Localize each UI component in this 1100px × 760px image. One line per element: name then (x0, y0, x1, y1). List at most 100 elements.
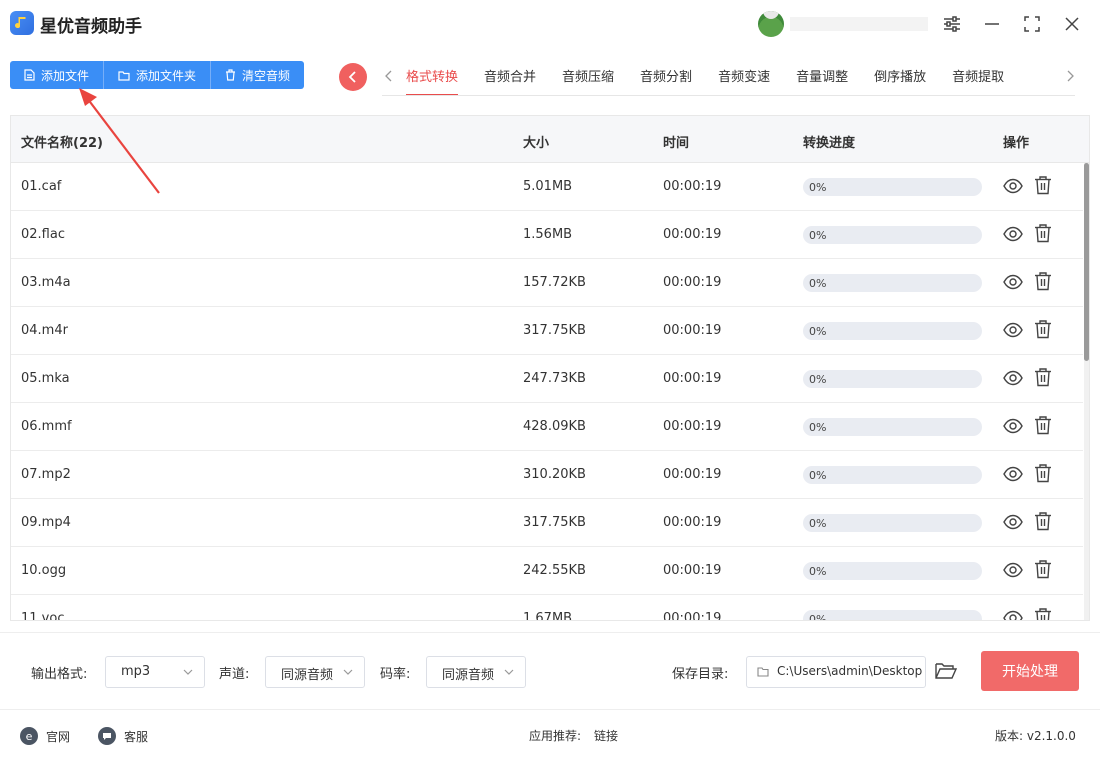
add-file-button[interactable]: 添加文件 (10, 61, 105, 89)
delete-trash-icon[interactable] (1033, 223, 1053, 243)
tab-audio-extract[interactable]: 音频提取 (952, 58, 1004, 96)
username-placeholder (790, 17, 928, 31)
back-button[interactable] (339, 63, 367, 91)
delete-trash-icon[interactable] (1033, 367, 1053, 387)
table-row[interactable]: 11.voc 1.67MB 00:00:19 0% (11, 595, 1083, 621)
chevron-down-icon (183, 669, 193, 675)
tab-audio-compress[interactable]: 音频压缩 (562, 58, 614, 96)
start-process-button[interactable]: 开始处理 (981, 651, 1079, 691)
tab-audio-speed[interactable]: 音频变速 (718, 58, 770, 96)
bitrate-label: 码率: (380, 667, 411, 682)
close-icon[interactable] (1060, 12, 1084, 36)
preview-eye-icon[interactable] (1003, 512, 1023, 532)
format-select[interactable]: mp3 (105, 656, 205, 688)
delete-trash-icon[interactable] (1033, 463, 1053, 483)
file-name: 02.flac (21, 227, 65, 242)
tab-format-convert[interactable]: 格式转换 (406, 58, 459, 96)
tab-audio-merge[interactable]: 音频合并 (484, 58, 536, 96)
website-e-icon: e (20, 727, 38, 745)
support-link[interactable]: 客服 (98, 727, 148, 745)
user-avatar[interactable] (758, 11, 784, 37)
file-size: 1.67MB (523, 611, 573, 621)
tab-audio-split[interactable]: 音频分割 (640, 58, 692, 96)
tabs-scroll-left-icon[interactable] (382, 66, 396, 86)
file-duration: 00:00:19 (663, 371, 722, 386)
table-row[interactable]: 01.caf 5.01MB 00:00:19 0% (11, 163, 1083, 211)
delete-trash-icon[interactable] (1033, 607, 1053, 620)
table-header: 文件名称(22) 大小 时间 转换进度 操作 (11, 116, 1089, 163)
channel-label: 声道: (219, 667, 250, 682)
file-name: 09.mp4 (21, 515, 71, 530)
table-row[interactable]: 03.m4a 157.72KB 00:00:19 0% (11, 259, 1083, 307)
preview-eye-icon[interactable] (1003, 176, 1023, 196)
settings-sliders-icon[interactable] (940, 12, 964, 36)
tabs-scroll-right-icon[interactable] (1063, 66, 1077, 86)
file-size: 5.01MB (523, 179, 573, 194)
table-row[interactable]: 04.m4r 317.75KB 00:00:19 0% (11, 307, 1083, 355)
file-duration: 00:00:19 (663, 275, 722, 290)
preview-eye-icon[interactable] (1003, 320, 1023, 340)
preview-eye-icon[interactable] (1003, 464, 1023, 484)
file-duration: 00:00:19 (663, 323, 722, 338)
table-row[interactable]: 07.mp2 310.20KB 00:00:19 0% (11, 451, 1083, 499)
bitrate-select[interactable]: 同源音频 (426, 656, 526, 688)
preview-eye-icon[interactable] (1003, 608, 1023, 620)
chat-bubble-icon (98, 727, 116, 745)
delete-trash-icon[interactable] (1033, 559, 1053, 579)
delete-trash-icon[interactable] (1033, 415, 1053, 435)
add-folder-button[interactable]: 添加文件夹 (104, 61, 212, 89)
scrollbar-thumb[interactable] (1084, 163, 1089, 361)
progress-text: 0% (809, 469, 827, 482)
clear-audio-button[interactable]: 清空音频 (211, 61, 305, 89)
progress-text: 0% (809, 325, 827, 338)
delete-trash-icon[interactable] (1033, 319, 1053, 339)
progress-bar: 0% (803, 226, 982, 244)
recommend-link[interactable]: 链接 (594, 727, 618, 744)
table-row[interactable]: 02.flac 1.56MB 00:00:19 0% (11, 211, 1083, 259)
tab-volume-adjust[interactable]: 音量调整 (796, 58, 848, 96)
file-duration: 00:00:19 (663, 179, 722, 194)
file-name: 01.caf (21, 179, 62, 194)
table-row[interactable]: 09.mp4 317.75KB 00:00:19 0% (11, 499, 1083, 547)
progress-bar: 0% (803, 418, 982, 436)
add-folder-label: 添加文件夹 (136, 68, 197, 83)
table-row[interactable]: 06.mmf 428.09KB 00:00:19 0% (11, 403, 1083, 451)
progress-text: 0% (809, 613, 827, 621)
delete-trash-icon[interactable] (1033, 271, 1053, 291)
preview-eye-icon[interactable] (1003, 368, 1023, 388)
chevron-left-icon (348, 71, 356, 83)
chevron-down-icon (343, 669, 353, 675)
table-scrollbar[interactable] (1084, 163, 1089, 620)
tabs-divider (382, 95, 1075, 96)
minimize-icon[interactable] (980, 12, 1004, 36)
website-link[interactable]: e 官网 (20, 727, 70, 745)
tab-reverse-play[interactable]: 倒序播放 (874, 58, 926, 96)
file-name: 06.mmf (21, 419, 72, 434)
preview-eye-icon[interactable] (1003, 224, 1023, 244)
progress-bar: 0% (803, 322, 982, 340)
recommend-label: 应用推荐: (529, 729, 582, 743)
maximize-icon[interactable] (1020, 12, 1044, 36)
table-row[interactable]: 05.mka 247.73KB 00:00:19 0% (11, 355, 1083, 403)
file-name: 10.ogg (21, 563, 67, 578)
delete-trash-icon[interactable] (1033, 175, 1053, 195)
file-icon (24, 69, 35, 81)
support-label: 客服 (124, 729, 149, 744)
preview-eye-icon[interactable] (1003, 560, 1023, 580)
file-size: 310.20KB (523, 467, 586, 482)
channel-select[interactable]: 同源音频 (265, 656, 365, 688)
file-size: 317.75KB (523, 515, 586, 530)
save-dir-input[interactable]: C:\Users\admin\Desktop (746, 656, 926, 688)
open-folder-icon[interactable] (935, 662, 958, 684)
file-size: 242.55KB (523, 563, 586, 578)
delete-trash-icon[interactable] (1033, 511, 1053, 531)
preview-eye-icon[interactable] (1003, 272, 1023, 292)
file-duration: 00:00:19 (663, 563, 722, 578)
table-row[interactable]: 10.ogg 242.55KB 00:00:19 0% (11, 547, 1083, 595)
progress-bar: 0% (803, 466, 982, 484)
folder-icon (757, 667, 769, 677)
file-duration: 00:00:19 (663, 227, 722, 242)
chevron-down-icon (504, 669, 514, 675)
version-label: 版本: v2.1.0.0 (995, 729, 1076, 743)
preview-eye-icon[interactable] (1003, 416, 1023, 436)
